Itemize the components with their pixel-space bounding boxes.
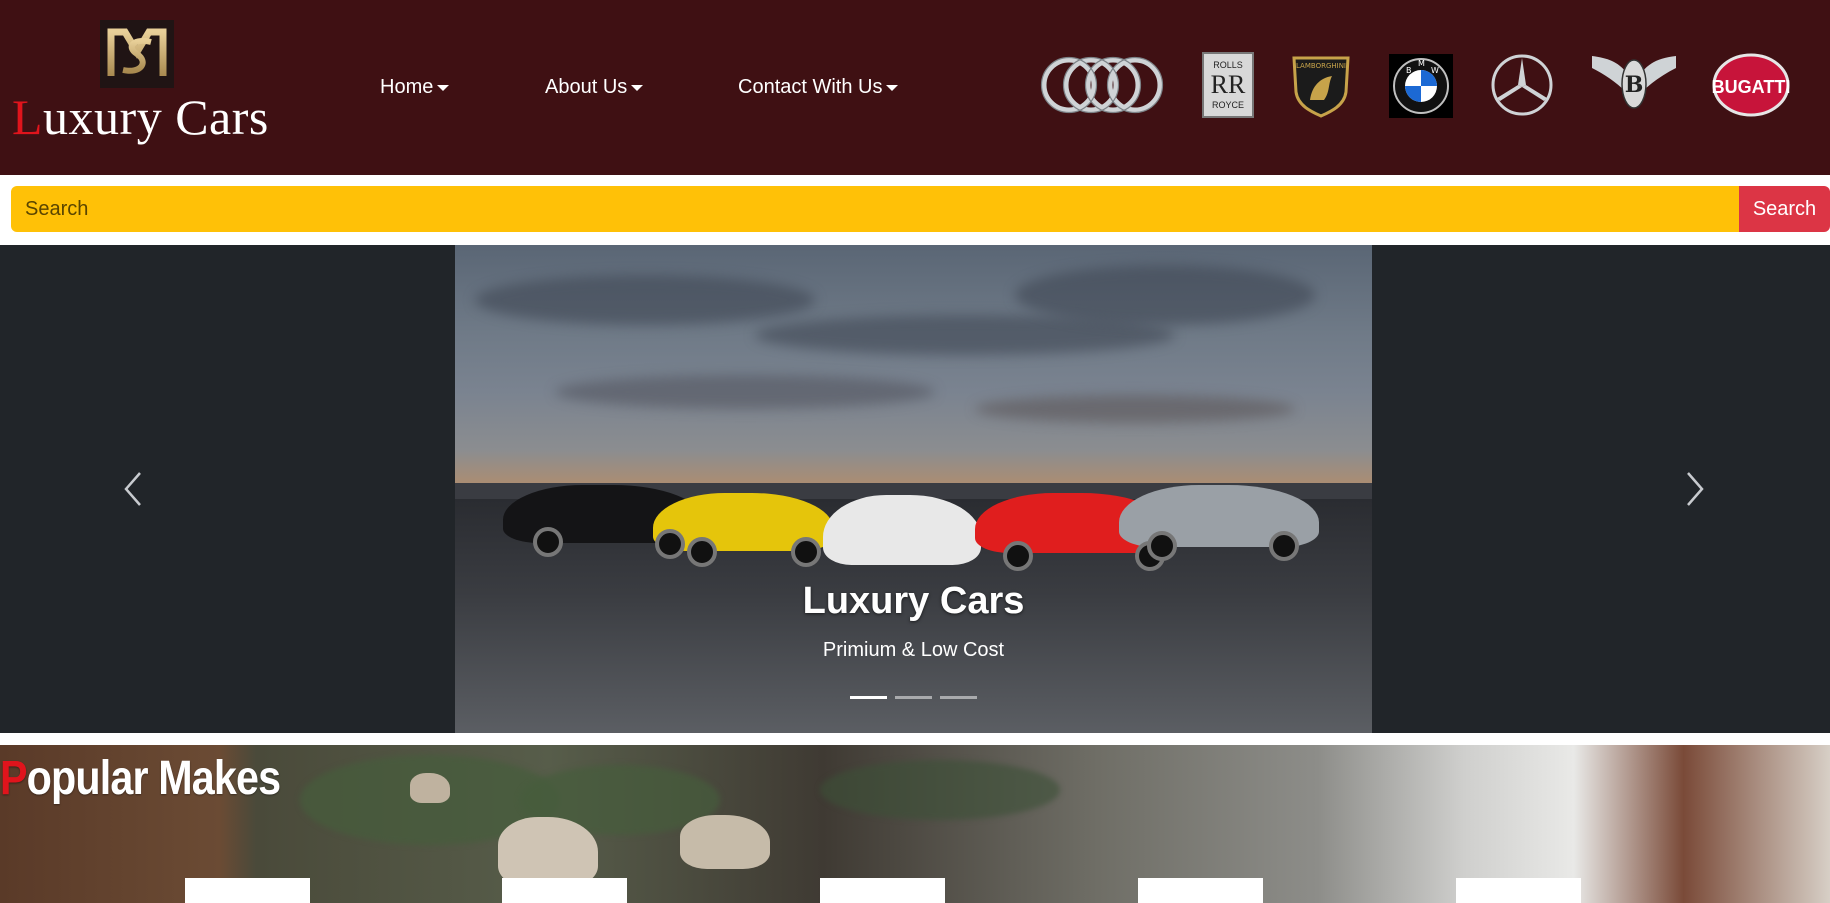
make-card[interactable] — [502, 878, 627, 903]
car-white — [823, 495, 981, 565]
nav-home[interactable]: Home — [380, 74, 450, 100]
rr-text-bottom: ROYCE — [1211, 100, 1244, 110]
chevron-left-icon — [124, 472, 141, 506]
carousel-caption-title: Luxury Cars — [802, 580, 1025, 622]
rr-text-top: ROLLS — [1213, 60, 1243, 70]
carousel-indicator-1[interactable] — [850, 696, 887, 699]
search-button[interactable]: Search — [1739, 186, 1830, 232]
svg-text:M: M — [1418, 59, 1425, 68]
caret-down-icon — [886, 85, 899, 91]
search-input[interactable] — [11, 186, 1739, 232]
brand-name[interactable]: Luxury Cars — [12, 88, 269, 146]
nav-contact[interactable]: Contact With Us — [738, 74, 899, 100]
svg-text:BUGATTI: BUGATTI — [1712, 77, 1790, 97]
carousel-prev-button[interactable] — [114, 467, 154, 511]
nav-contact-label: Contact With Us — [738, 75, 883, 98]
svg-text:LAMBORGHINI: LAMBORGHINI — [1296, 62, 1346, 70]
rr-monogram: RR — [1210, 70, 1246, 99]
rolls-royce-logo[interactable]: ROLLS RR ROYCE — [1202, 52, 1254, 118]
make-card[interactable] — [185, 878, 310, 903]
carousel-slide-image: Luxury Cars Primium & Low Cost — [455, 245, 1372, 733]
bugatti-logo[interactable]: BUGATTI — [1712, 52, 1790, 118]
popular-makes-title: Popular Makes — [0, 751, 281, 806]
lamborghini-logo[interactable]: LAMBORGHINI — [1290, 52, 1352, 118]
brand-first-letter: L — [12, 89, 44, 145]
nav-home-label: Home — [380, 75, 434, 98]
make-card[interactable] — [1456, 878, 1581, 903]
nav-about-us[interactable]: About Us — [545, 74, 644, 100]
carousel-next-button[interactable] — [1674, 467, 1714, 511]
svg-text:B: B — [1625, 72, 1644, 98]
bentley-logo[interactable]: B — [1590, 52, 1678, 118]
popular-makes-section: Popular Makes — [0, 745, 1830, 903]
popular-title-first-letter: P — [0, 752, 28, 805]
nav-about-label: About Us — [545, 75, 628, 98]
caret-down-icon — [631, 85, 644, 91]
audi-logo[interactable] — [1040, 52, 1164, 118]
mercedes-logo[interactable] — [1490, 52, 1554, 118]
brand-rest: uxury Cars — [43, 89, 269, 145]
hero-carousel: Luxury Cars Primium & Low Cost — [0, 245, 1830, 733]
site-header: Luxury Cars Home About Us Contact With U… — [0, 0, 1830, 175]
popular-title-rest: opular Makes — [26, 752, 281, 805]
svg-text:W: W — [1431, 66, 1439, 75]
svg-text:B: B — [1406, 66, 1412, 75]
caret-down-icon — [437, 85, 450, 91]
carousel-indicators — [850, 696, 977, 699]
make-card[interactable] — [1138, 878, 1263, 903]
chevron-right-icon — [1687, 472, 1704, 506]
carousel-indicator-2[interactable] — [895, 696, 932, 699]
carousel-indicator-3[interactable] — [940, 696, 977, 699]
make-card[interactable] — [820, 878, 945, 903]
bmw-logo[interactable]: B M W — [1389, 54, 1453, 118]
carousel-caption-subtitle: Primium & Low Cost — [822, 639, 1005, 661]
ms-monogram-logo[interactable] — [100, 20, 174, 88]
